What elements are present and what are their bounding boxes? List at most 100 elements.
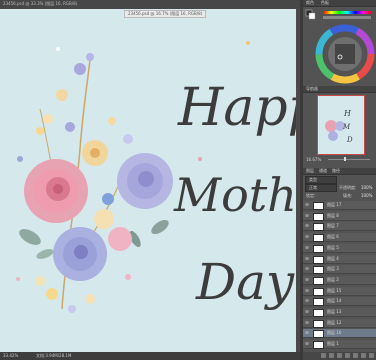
- layer-name: 图层 16: [327, 330, 342, 336]
- layer-row[interactable]: 图层 5: [303, 243, 376, 253]
- tab-color[interactable]: 颜色: [306, 0, 314, 6]
- layer-thumbnail: [313, 330, 324, 339]
- layer-name: 图层 14: [327, 298, 342, 304]
- eye-icon[interactable]: [305, 299, 309, 302]
- navigator-zoom-slider[interactable]: [328, 159, 370, 160]
- layer-thumbnail: [313, 266, 324, 275]
- eye-icon[interactable]: [305, 203, 309, 206]
- layer-filter-label: 类型: [309, 177, 317, 182]
- layer-name: 图层 1: [327, 341, 339, 347]
- eye-icon[interactable]: [305, 246, 309, 249]
- blend-mode-select[interactable]: 正常: [305, 184, 337, 192]
- layer-row[interactable]: 图层 13: [303, 308, 376, 317]
- eye-icon[interactable]: [305, 235, 309, 238]
- layer-row[interactable]: 图层 8: [303, 211, 376, 221]
- trash-icon[interactable]: [369, 353, 374, 358]
- layer-row[interactable]: 图层 4: [303, 254, 376, 264]
- layer-row[interactable]: 图层 17: [303, 201, 376, 210]
- eye-icon[interactable]: [305, 256, 309, 260]
- layer-thumbnail: [313, 319, 324, 328]
- layer-row[interactable]: 图层 12: [303, 318, 376, 328]
- link-layers-icon[interactable]: [321, 353, 326, 358]
- layer-name: 图层 8: [327, 212, 339, 218]
- opacity-value[interactable]: 100%: [361, 185, 372, 190]
- navigator-preview-icon[interactable]: H M D: [317, 95, 365, 155]
- blend-mode-value: 正常: [309, 185, 317, 190]
- fill-value[interactable]: 100%: [361, 193, 372, 198]
- navigator-zoom-row: 16.67%: [306, 156, 373, 162]
- eye-icon[interactable]: [305, 267, 309, 270]
- layer-row[interactable]: 图层 6: [303, 233, 376, 243]
- svg-text:M: M: [342, 123, 351, 131]
- layer-row[interactable]: 图层 1: [303, 340, 376, 350]
- tab-channels[interactable]: 通道: [319, 168, 327, 174]
- eye-icon[interactable]: [305, 331, 309, 335]
- color-wheel-icon[interactable]: [315, 24, 375, 84]
- eye-icon[interactable]: [305, 213, 309, 217]
- layer-thumbnail: [313, 223, 324, 232]
- layer-thumbnail: [313, 298, 324, 307]
- layer-row[interactable]: 图层 15: [303, 286, 376, 296]
- tab-paths[interactable]: 路径: [332, 168, 340, 174]
- vertical-scrollbar[interactable]: [296, 9, 300, 352]
- artwork: Happy Mother's Day: [16, 41, 300, 313]
- layer-thumbnail: [313, 244, 324, 253]
- navigator-zoom-value[interactable]: 16.67%: [306, 157, 321, 162]
- layer-name: 图层 7: [327, 223, 339, 229]
- adjustment-icon[interactable]: [345, 353, 350, 358]
- eye-icon[interactable]: [305, 320, 309, 324]
- layer-name: 图层 12: [327, 319, 342, 325]
- floating-title-text: 23456.psd @ 16.7% (图层 16, RGB/8): [128, 11, 203, 16]
- layer-row[interactable]: 图层 3: [303, 265, 376, 275]
- layer-thumbnail: [313, 287, 324, 296]
- svg-text:H: H: [343, 109, 352, 118]
- eye-icon[interactable]: [305, 224, 309, 228]
- headline-mothers: Mother's: [173, 168, 300, 222]
- layer-name: 图层 3: [327, 266, 339, 272]
- mask-icon[interactable]: [337, 353, 342, 358]
- status-zoom[interactable]: 33.42%: [3, 353, 18, 358]
- layer-row[interactable]: 图层 7: [303, 222, 376, 232]
- floating-document-title[interactable]: 23456.psd @ 16.7% (图层 16, RGB/8): [124, 10, 207, 18]
- layer-filter-select[interactable]: 类型: [305, 176, 337, 184]
- eye-icon[interactable]: [305, 288, 309, 292]
- opacity-label: 不透明度:: [339, 185, 357, 190]
- color-panel-header: 颜色 色板: [303, 0, 376, 7]
- new-layer-icon[interactable]: [361, 353, 366, 358]
- group-icon[interactable]: [353, 353, 358, 358]
- layer-row[interactable]: 图层 14: [303, 297, 376, 307]
- eye-icon[interactable]: [305, 278, 309, 281]
- layer-thumbnail: [313, 341, 324, 350]
- tab-layers[interactable]: 图层: [306, 168, 314, 174]
- status-doc-size: 文档:3.94M/28.1M: [36, 353, 72, 358]
- layer-name: 图层 4: [327, 255, 339, 261]
- layer-name: 图层 13: [327, 309, 342, 314]
- layer-name: 图层 15: [327, 287, 342, 293]
- lock-label: 锁定:: [306, 193, 316, 198]
- layer-thumbnail: [313, 212, 324, 221]
- headline-happy: Happy: [177, 78, 300, 138]
- layer-thumbnail: [313, 276, 324, 285]
- layer-thumbnail: [313, 234, 324, 243]
- headline-day: Day: [195, 253, 295, 311]
- layer-name: 图层 5: [327, 244, 339, 250]
- document-tab-title: 23456.psd @ 33.3% (图层 16, RGB/8): [3, 1, 78, 6]
- tab-swatches[interactable]: 色板: [321, 0, 329, 6]
- layer-name: 图层 17: [327, 202, 342, 207]
- layer-name: 图层 6: [327, 234, 339, 240]
- tab-navigator[interactable]: 导航器: [306, 86, 318, 92]
- document-area: 23456.psd @ 33.3% (图层 16, RGB/8) Hap Mot…: [0, 0, 300, 360]
- navigator-zoom-handle[interactable]: [344, 157, 346, 161]
- canvas[interactable]: Happy Mother's Day: [0, 9, 300, 352]
- eye-icon[interactable]: [305, 310, 309, 313]
- layer-row[interactable]: 图层 2: [303, 275, 376, 285]
- color-swatch-bar[interactable]: [303, 8, 376, 24]
- fill-label: 填充:: [343, 193, 353, 198]
- layer-thumbnail: [313, 255, 324, 264]
- layer-row[interactable]: 图层 16: [303, 329, 376, 339]
- layer-style-icon[interactable]: [329, 353, 334, 358]
- navigator-panel-header: 导航器: [303, 86, 376, 93]
- svg-text:D: D: [346, 136, 353, 144]
- eye-icon[interactable]: [305, 342, 309, 345]
- status-bar: 33.42% 文档:3.94M/28.1M: [0, 352, 300, 360]
